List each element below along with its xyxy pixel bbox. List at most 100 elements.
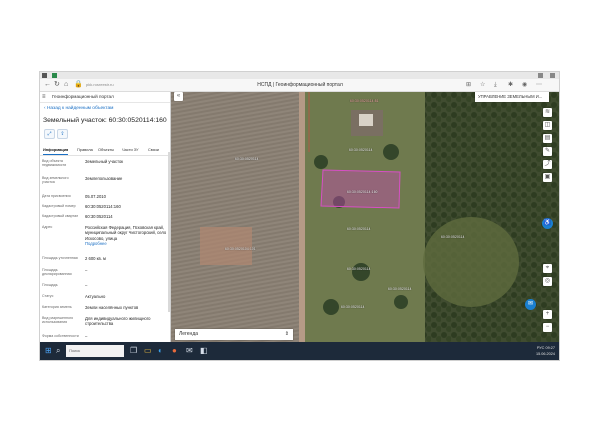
- tab-favicon-icon: [52, 73, 57, 78]
- prop-label: Вид разрешенного использования: [42, 316, 74, 325]
- prop-label: Кадастровый квартал: [42, 214, 79, 218]
- translate-icon[interactable]: ⊞: [466, 81, 471, 89]
- prop-value[interactable]: 60:30:0520114:160: [85, 204, 167, 209]
- windows-start-icon[interactable]: ⊞: [45, 346, 52, 356]
- window-menu-icon[interactable]: [42, 73, 47, 78]
- legend-dropdown[interactable]: Легенда ⇕: [175, 329, 293, 340]
- taskbar-search-icon[interactable]: ⌕: [56, 346, 60, 356]
- yandex-browser-icon[interactable]: ●: [172, 346, 177, 356]
- draw-icon[interactable]: ✎: [543, 147, 552, 156]
- portal-title: Геоинформационный портал: [52, 94, 114, 99]
- tab-links[interactable]: Связи: [148, 146, 159, 154]
- map-label-field: 60:30:0520104:101: [225, 247, 256, 251]
- prop-value: Земли населённых пунктов: [85, 305, 139, 310]
- back-to-results-link[interactable]: ‹ Назад к найденным объектам: [44, 106, 113, 111]
- tab-rules[interactable]: Правила: [77, 146, 93, 154]
- field-plot: [200, 227, 252, 265]
- tab-parts[interactable]: Части ЗУ: [122, 146, 139, 154]
- chevron-updown-icon: ⇕: [284, 331, 289, 337]
- prop-label: Форма собственности: [42, 334, 79, 338]
- prop-label: Площадь декларированная: [42, 268, 72, 277]
- layers-icon[interactable]: ≋: [543, 108, 552, 117]
- taskbar-search-input[interactable]: Поиск: [66, 345, 124, 357]
- prop-value: Землепользование: [85, 176, 123, 181]
- object-tabs: Информация Правила Объекты Части ЗУ Связ…: [40, 145, 170, 156]
- minimize-icon[interactable]: [538, 73, 543, 78]
- favorites-icon[interactable]: ☆: [480, 81, 485, 89]
- prop-value: –: [85, 268, 88, 273]
- share-map-icon[interactable]: ⤴: [543, 160, 552, 169]
- object-title: Земельный участок: 60:30:0520114:160: [43, 117, 167, 124]
- tab-info[interactable]: Информация: [43, 146, 69, 155]
- map-label-right: 60:30:0520114: [441, 235, 465, 239]
- map-label-lower2: 60:30:0520114: [341, 305, 365, 309]
- panel-scrollbar[interactable]: [168, 152, 170, 312]
- refresh-icon[interactable]: ↻: [54, 81, 60, 89]
- prop-label: Дата присвоения: [42, 194, 71, 198]
- map-label-mid1: 60:30:0520114: [349, 148, 373, 152]
- menu-icon[interactable]: ⋯: [536, 81, 542, 89]
- my-location-icon[interactable]: ◎: [543, 277, 552, 286]
- prop-label: Статус: [42, 294, 54, 298]
- prop-value: –: [85, 283, 88, 288]
- collapse-panel-button[interactable]: «: [174, 92, 183, 101]
- prop-value: Актуально: [85, 294, 106, 299]
- prop-value: Российская Федерация, Псковская край, му…: [85, 225, 167, 247]
- map-view[interactable]: 60:30:0520114:81 60:30:0520114 60:30:052…: [171, 92, 559, 342]
- zoom-to-object-button[interactable]: ⤢: [44, 129, 55, 139]
- taskbar: ⊞ ⌕ Поиск ❐ ▭ ◐ ● ✉ ◧ РУС 09:27 15.06.20…: [40, 342, 559, 360]
- print-icon[interactable]: ▤: [543, 134, 552, 143]
- address-bar: ← ↻ ⌂ 🔒 pkk.rosreestr.ru НСПД | Геоинфор…: [40, 79, 559, 92]
- prop-label: Площадь уточненная: [42, 256, 78, 260]
- map-label-small: 60:30:0520114: [388, 287, 412, 291]
- tray-date: 15.06.2024: [535, 352, 555, 356]
- map-label-mid2: 60:30:0520114: [347, 227, 371, 231]
- gps-icon[interactable]: ⌖: [543, 264, 552, 273]
- window-titlebar: [40, 72, 559, 79]
- map-label-red: 60:30:0520114:81: [350, 99, 379, 103]
- accessibility-icon[interactable]: ♿: [542, 218, 553, 229]
- home-icon[interactable]: ⌂: [64, 81, 68, 89]
- profile-icon[interactable]: ◉: [522, 81, 527, 89]
- zoom-in-button[interactable]: +: [543, 310, 552, 319]
- info-panel: ≡ Геоинформационный портал ‹ Назад к най…: [40, 92, 171, 342]
- system-tray[interactable]: РУС 09:27 15.06.2024: [505, 345, 555, 357]
- address-text: Российская Федерация, Псковская край, му…: [85, 225, 167, 241]
- legend-label: Легенда: [179, 331, 199, 337]
- prop-value: 2 600 кв. м: [85, 256, 106, 261]
- store-icon[interactable]: ◧: [200, 346, 208, 356]
- task-view-icon[interactable]: ❐: [130, 346, 137, 356]
- map-label-plot: 60:30:0520114:160: [347, 190, 378, 194]
- share-button[interactable]: ⇪: [57, 129, 68, 139]
- tab-objects[interactable]: Объекты: [98, 146, 114, 154]
- prop-label: Площадь: [42, 283, 58, 287]
- prop-label: Кадастровый номер: [42, 204, 76, 208]
- edge-browser-icon[interactable]: ◐: [158, 346, 163, 356]
- address-more-link[interactable]: Подробнее: [85, 241, 167, 246]
- extensions-icon[interactable]: ✱: [508, 81, 513, 89]
- ruler-icon[interactable]: ◫: [543, 121, 552, 130]
- prop-label: Вид объекта недвижимости: [42, 159, 67, 168]
- hamburger-icon[interactable]: ≡: [42, 93, 46, 101]
- prop-value: –: [85, 334, 88, 339]
- selected-plot-polygon[interactable]: [320, 169, 401, 209]
- zoom-out-button[interactable]: −: [543, 323, 552, 332]
- portal-header: ≡ Геоинформационный портал: [40, 92, 170, 103]
- satellite-imagery: [171, 92, 559, 342]
- lock-icon: 🔒: [74, 81, 83, 88]
- layer-select[interactable]: УПРАВЛЕНИЕ ЗЕМЕЛЬНЫМ И...: [475, 92, 549, 102]
- mail-icon[interactable]: ✉: [186, 346, 193, 356]
- url-field[interactable]: pkk.rosreestr.ru: [86, 81, 156, 89]
- file-explorer-icon[interactable]: ▭: [144, 346, 152, 356]
- close-icon[interactable]: [550, 73, 555, 78]
- map-label-top: 60:30:0520114: [235, 157, 259, 161]
- prop-value[interactable]: 60:30:0520114: [85, 214, 167, 219]
- tray-lang[interactable]: РУС: [537, 346, 545, 350]
- back-icon[interactable]: ←: [44, 81, 51, 89]
- chat-icon[interactable]: ✉: [525, 299, 536, 310]
- downloads-icon[interactable]: ⤓: [494, 81, 497, 89]
- bookmark-icon[interactable]: ▣: [543, 173, 552, 182]
- prop-value: Земельный участок: [85, 159, 124, 164]
- page-title: НСПД | Геоинформационный портал: [257, 82, 343, 88]
- prop-label: Адрес: [42, 225, 53, 229]
